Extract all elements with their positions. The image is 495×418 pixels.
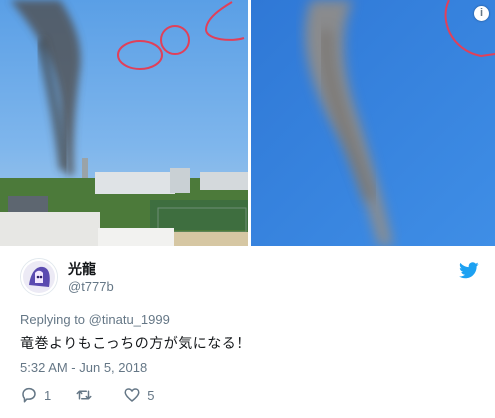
retweet-button[interactable]: [75, 386, 99, 404]
tweet-timestamp[interactable]: 5:32 AM - Jun 5, 2018: [20, 360, 147, 375]
left-photo[interactable]: [0, 0, 248, 246]
replying-to-label: Replying to: [20, 312, 86, 327]
tweet-text: 竜巻よりもこっちの方が気になる！: [20, 335, 251, 351]
left-photo-image: [0, 0, 248, 246]
info-icon[interactable]: i: [474, 6, 489, 21]
reply-button[interactable]: 1: [20, 386, 51, 404]
replying-to: Replying to @tinatu_1999: [20, 312, 170, 327]
tweet-actions: 1 5: [20, 386, 178, 404]
author-display-name[interactable]: 光龍: [68, 260, 114, 278]
like-count: 5: [147, 387, 155, 403]
reply-icon: [22, 387, 36, 403]
tweet-author[interactable]: 光龍 @t777b: [20, 258, 114, 296]
right-photo[interactable]: i: [251, 0, 495, 246]
retweet-icon: [76, 390, 92, 400]
tweet-media[interactable]: i: [0, 0, 495, 246]
twitter-bird-icon[interactable]: [459, 262, 479, 279]
author-handle[interactable]: @t777b: [68, 278, 114, 295]
heart-icon: [124, 388, 140, 402]
reply-count: 1: [44, 387, 52, 403]
avatar-image: [21, 259, 57, 295]
avatar[interactable]: [20, 258, 58, 296]
like-button[interactable]: 5: [123, 386, 154, 404]
replying-to-mention-link[interactable]: @tinatu_1999: [89, 312, 170, 327]
right-photo-image: [251, 0, 495, 246]
